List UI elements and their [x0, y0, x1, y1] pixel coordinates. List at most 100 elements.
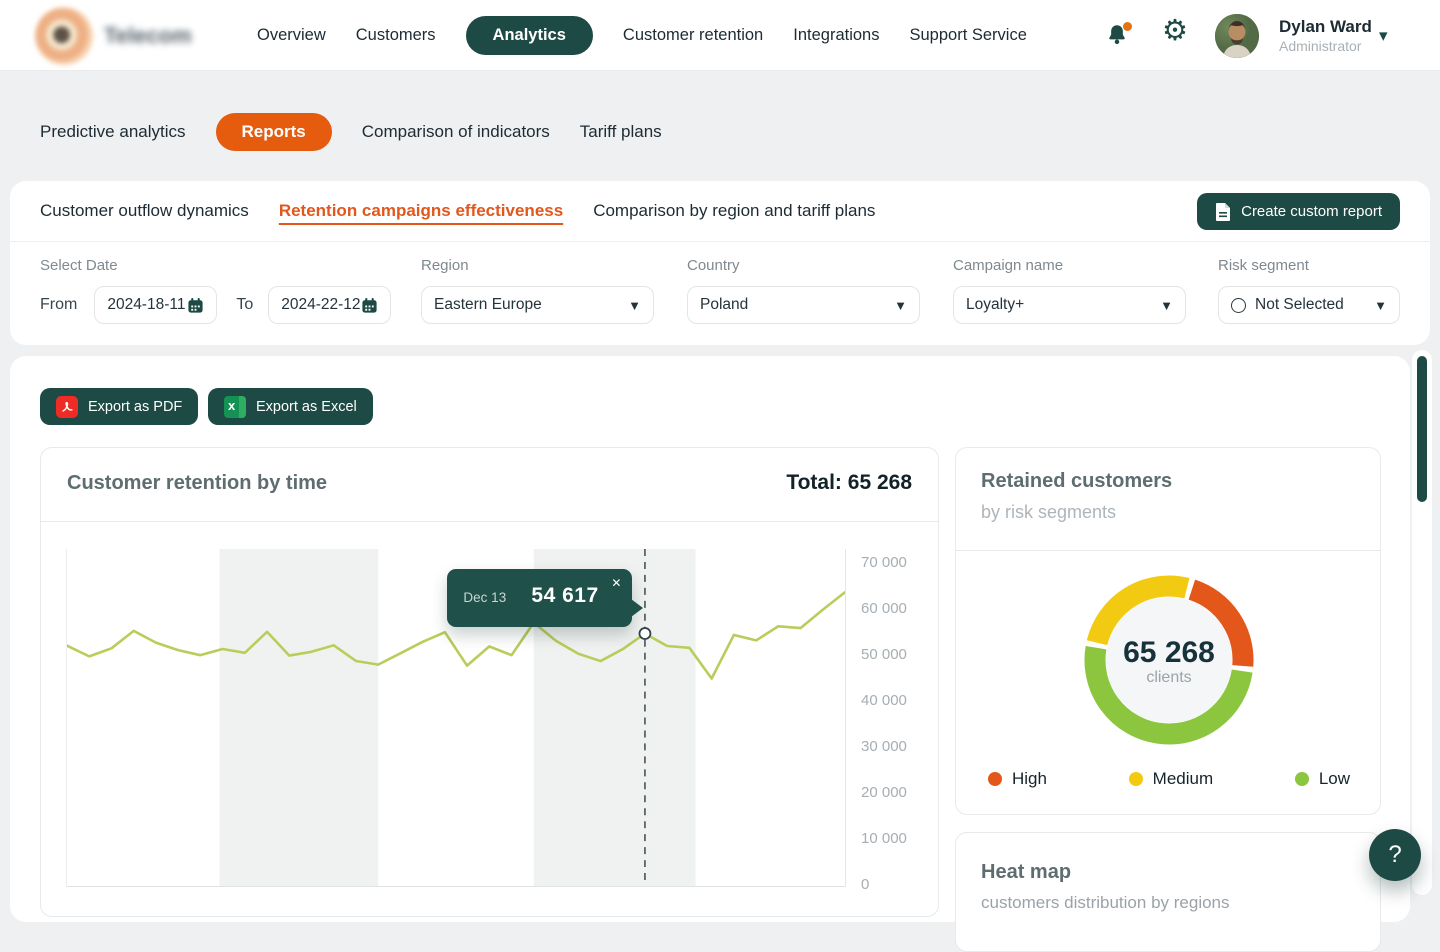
tab-retention-campaigns-effectiveness[interactable]: Retention campaigns effectiveness: [279, 201, 563, 221]
calendar-icon: [361, 297, 378, 314]
export-excel-label: Export as Excel: [256, 399, 357, 415]
campaign-name-label: Campaign name: [953, 257, 1186, 274]
region-label: Region: [421, 257, 654, 274]
heat-map-subtitle: customers distribution by regions: [981, 893, 1230, 913]
legend-item-high[interactable]: High: [988, 769, 1047, 789]
export-pdf-button[interactable]: Export as PDF: [40, 388, 198, 425]
notifications-bell-icon[interactable]: [1104, 22, 1132, 50]
chevron-down-icon: ▼: [894, 298, 907, 313]
low-risk-dot-icon: [1295, 772, 1309, 786]
date-to-input[interactable]: 2024-22-12: [268, 286, 391, 324]
subnav-item-comparison-of-indicators[interactable]: Comparison of indicators: [362, 122, 550, 142]
y-tick-label: 40 000: [861, 692, 907, 709]
chevron-down-icon: ▼: [1160, 298, 1173, 313]
retained-card-subtitle: by risk segments: [981, 502, 1116, 523]
medium-risk-dot-icon: [1129, 772, 1143, 786]
chart-total: Total: 65 268: [786, 471, 912, 495]
help-button[interactable]: ?: [1369, 829, 1421, 881]
tooltip-close-icon[interactable]: ✕: [609, 574, 623, 592]
risk-segment-select[interactable]: Not Selected ▼: [1218, 286, 1400, 324]
user-avatar[interactable]: [1215, 14, 1259, 58]
tab-customer-outflow-dynamics[interactable]: Customer outflow dynamics: [40, 201, 249, 221]
legend-item-low[interactable]: Low: [1295, 769, 1350, 789]
y-tick-label: 20 000: [861, 784, 907, 801]
legend-label-low: Low: [1319, 769, 1350, 789]
filter-campaign: Campaign name Loyalty+ ▼: [953, 257, 1186, 324]
campaign-value: Loyalty+: [966, 296, 1024, 314]
y-tick-label: 70 000: [861, 554, 907, 571]
retained-customers-card: Retained customers by risk segments 65 2…: [955, 447, 1381, 815]
filter-region: Region Eastern Europe ▼: [421, 257, 654, 324]
heat-map-card: Heat map customers distribution by regio…: [955, 832, 1381, 952]
app-header: Telecom Overview Customers Analytics Cus…: [0, 0, 1440, 71]
main-nav: Overview Customers Analytics Customer re…: [257, 0, 1027, 71]
tooltip-value: 54 617: [531, 584, 598, 608]
filter-risk-segment: Risk segment Not Selected ▼: [1218, 257, 1400, 324]
y-tick-label: 50 000: [861, 646, 907, 663]
scrollbar-thumb[interactable]: [1417, 356, 1427, 502]
donut-center-label: clients: [1084, 669, 1254, 687]
export-excel-button[interactable]: x Export as Excel: [208, 388, 373, 425]
create-custom-report-button[interactable]: Create custom report: [1197, 193, 1400, 230]
nav-item-overview[interactable]: Overview: [257, 26, 326, 45]
excel-file-icon: x: [224, 396, 246, 418]
from-label: From: [40, 296, 77, 314]
y-tick-label: 60 000: [861, 600, 907, 617]
report-tabs: Customer outflow dynamics Retention camp…: [40, 181, 875, 241]
logo-icon: [35, 7, 93, 65]
legend-item-medium[interactable]: Medium: [1129, 769, 1213, 789]
divider: [956, 550, 1380, 551]
high-risk-dot-icon: [988, 772, 1002, 786]
y-tick-label: 10 000: [861, 830, 907, 847]
user-menu-chevron-down-icon[interactable]: ▾: [1379, 26, 1388, 46]
legend-label-medium: Medium: [1153, 769, 1213, 789]
date-from-input[interactable]: 2024-18-11: [94, 286, 217, 324]
y-axis-labels: 70 000 60 000 50 000 40 000 30 000 20 000 10 0…: [861, 549, 933, 887]
pdf-file-icon: [56, 396, 78, 418]
select-date-label: Select Date: [40, 257, 391, 274]
risk-segment-value: Not Selected: [1255, 296, 1344, 314]
retained-card-title: Retained customers: [981, 470, 1172, 493]
donut-center-value: 65 268: [1084, 636, 1254, 670]
country-select[interactable]: Poland ▼: [687, 286, 920, 324]
report-content-card: Export as PDF x Export as Excel Customer…: [10, 356, 1410, 922]
country-value: Poland: [700, 296, 748, 314]
date-from-value: 2024-18-11: [107, 296, 185, 314]
date-to-value: 2024-22-12: [281, 296, 360, 314]
chart-total-value: 65 268: [848, 471, 912, 494]
nav-item-support-service[interactable]: Support Service: [909, 26, 1026, 45]
document-icon: [1215, 203, 1231, 221]
tooltip-arrow: [631, 599, 643, 617]
tooltip-date: Dec 13: [463, 590, 506, 605]
export-pdf-label: Export as PDF: [88, 399, 182, 415]
y-tick-label: 30 000: [861, 738, 907, 755]
subnav-item-predictive-analytics[interactable]: Predictive analytics: [40, 122, 186, 142]
chart-total-label: Total:: [786, 471, 842, 494]
risk-segment-label: Risk segment: [1218, 257, 1400, 274]
subnav-item-tariff-plans[interactable]: Tariff plans: [580, 122, 662, 142]
tab-comparison-by-region[interactable]: Comparison by region and tariff plans: [593, 201, 875, 221]
nav-item-customers[interactable]: Customers: [356, 26, 436, 45]
calendar-icon: [187, 297, 204, 314]
legend-label-high: High: [1012, 769, 1047, 789]
y-tick-label: 0: [861, 876, 869, 893]
create-custom-report-label: Create custom report: [1241, 203, 1382, 220]
user-name: Dylan Ward: [1279, 17, 1372, 37]
line-chart-plot-area[interactable]: Dec 13 54 617 ✕: [66, 549, 846, 887]
subnav-item-reports[interactable]: Reports: [216, 113, 332, 151]
risk-segments-donut-chart[interactable]: 65 268 clients: [1084, 575, 1254, 745]
chart-title: Customer retention by time: [67, 472, 327, 495]
notification-badge: [1123, 22, 1132, 31]
scrollbar-track[interactable]: [1412, 350, 1432, 895]
risk-legend: High Medium Low: [988, 769, 1350, 789]
nav-item-integrations[interactable]: Integrations: [793, 26, 879, 45]
nav-item-analytics[interactable]: Analytics: [466, 16, 593, 55]
settings-gear-icon[interactable]: ⚙: [1162, 17, 1188, 46]
campaign-select[interactable]: Loyalty+ ▼: [953, 286, 1186, 324]
app-logo[interactable]: Telecom: [35, 6, 255, 66]
divider: [41, 521, 938, 522]
region-select[interactable]: Eastern Europe ▼: [421, 286, 654, 324]
nav-item-customer-retention[interactable]: Customer retention: [623, 26, 763, 45]
chart-tooltip: Dec 13 54 617 ✕: [447, 569, 632, 627]
report-controls-card: Customer outflow dynamics Retention camp…: [10, 181, 1430, 345]
